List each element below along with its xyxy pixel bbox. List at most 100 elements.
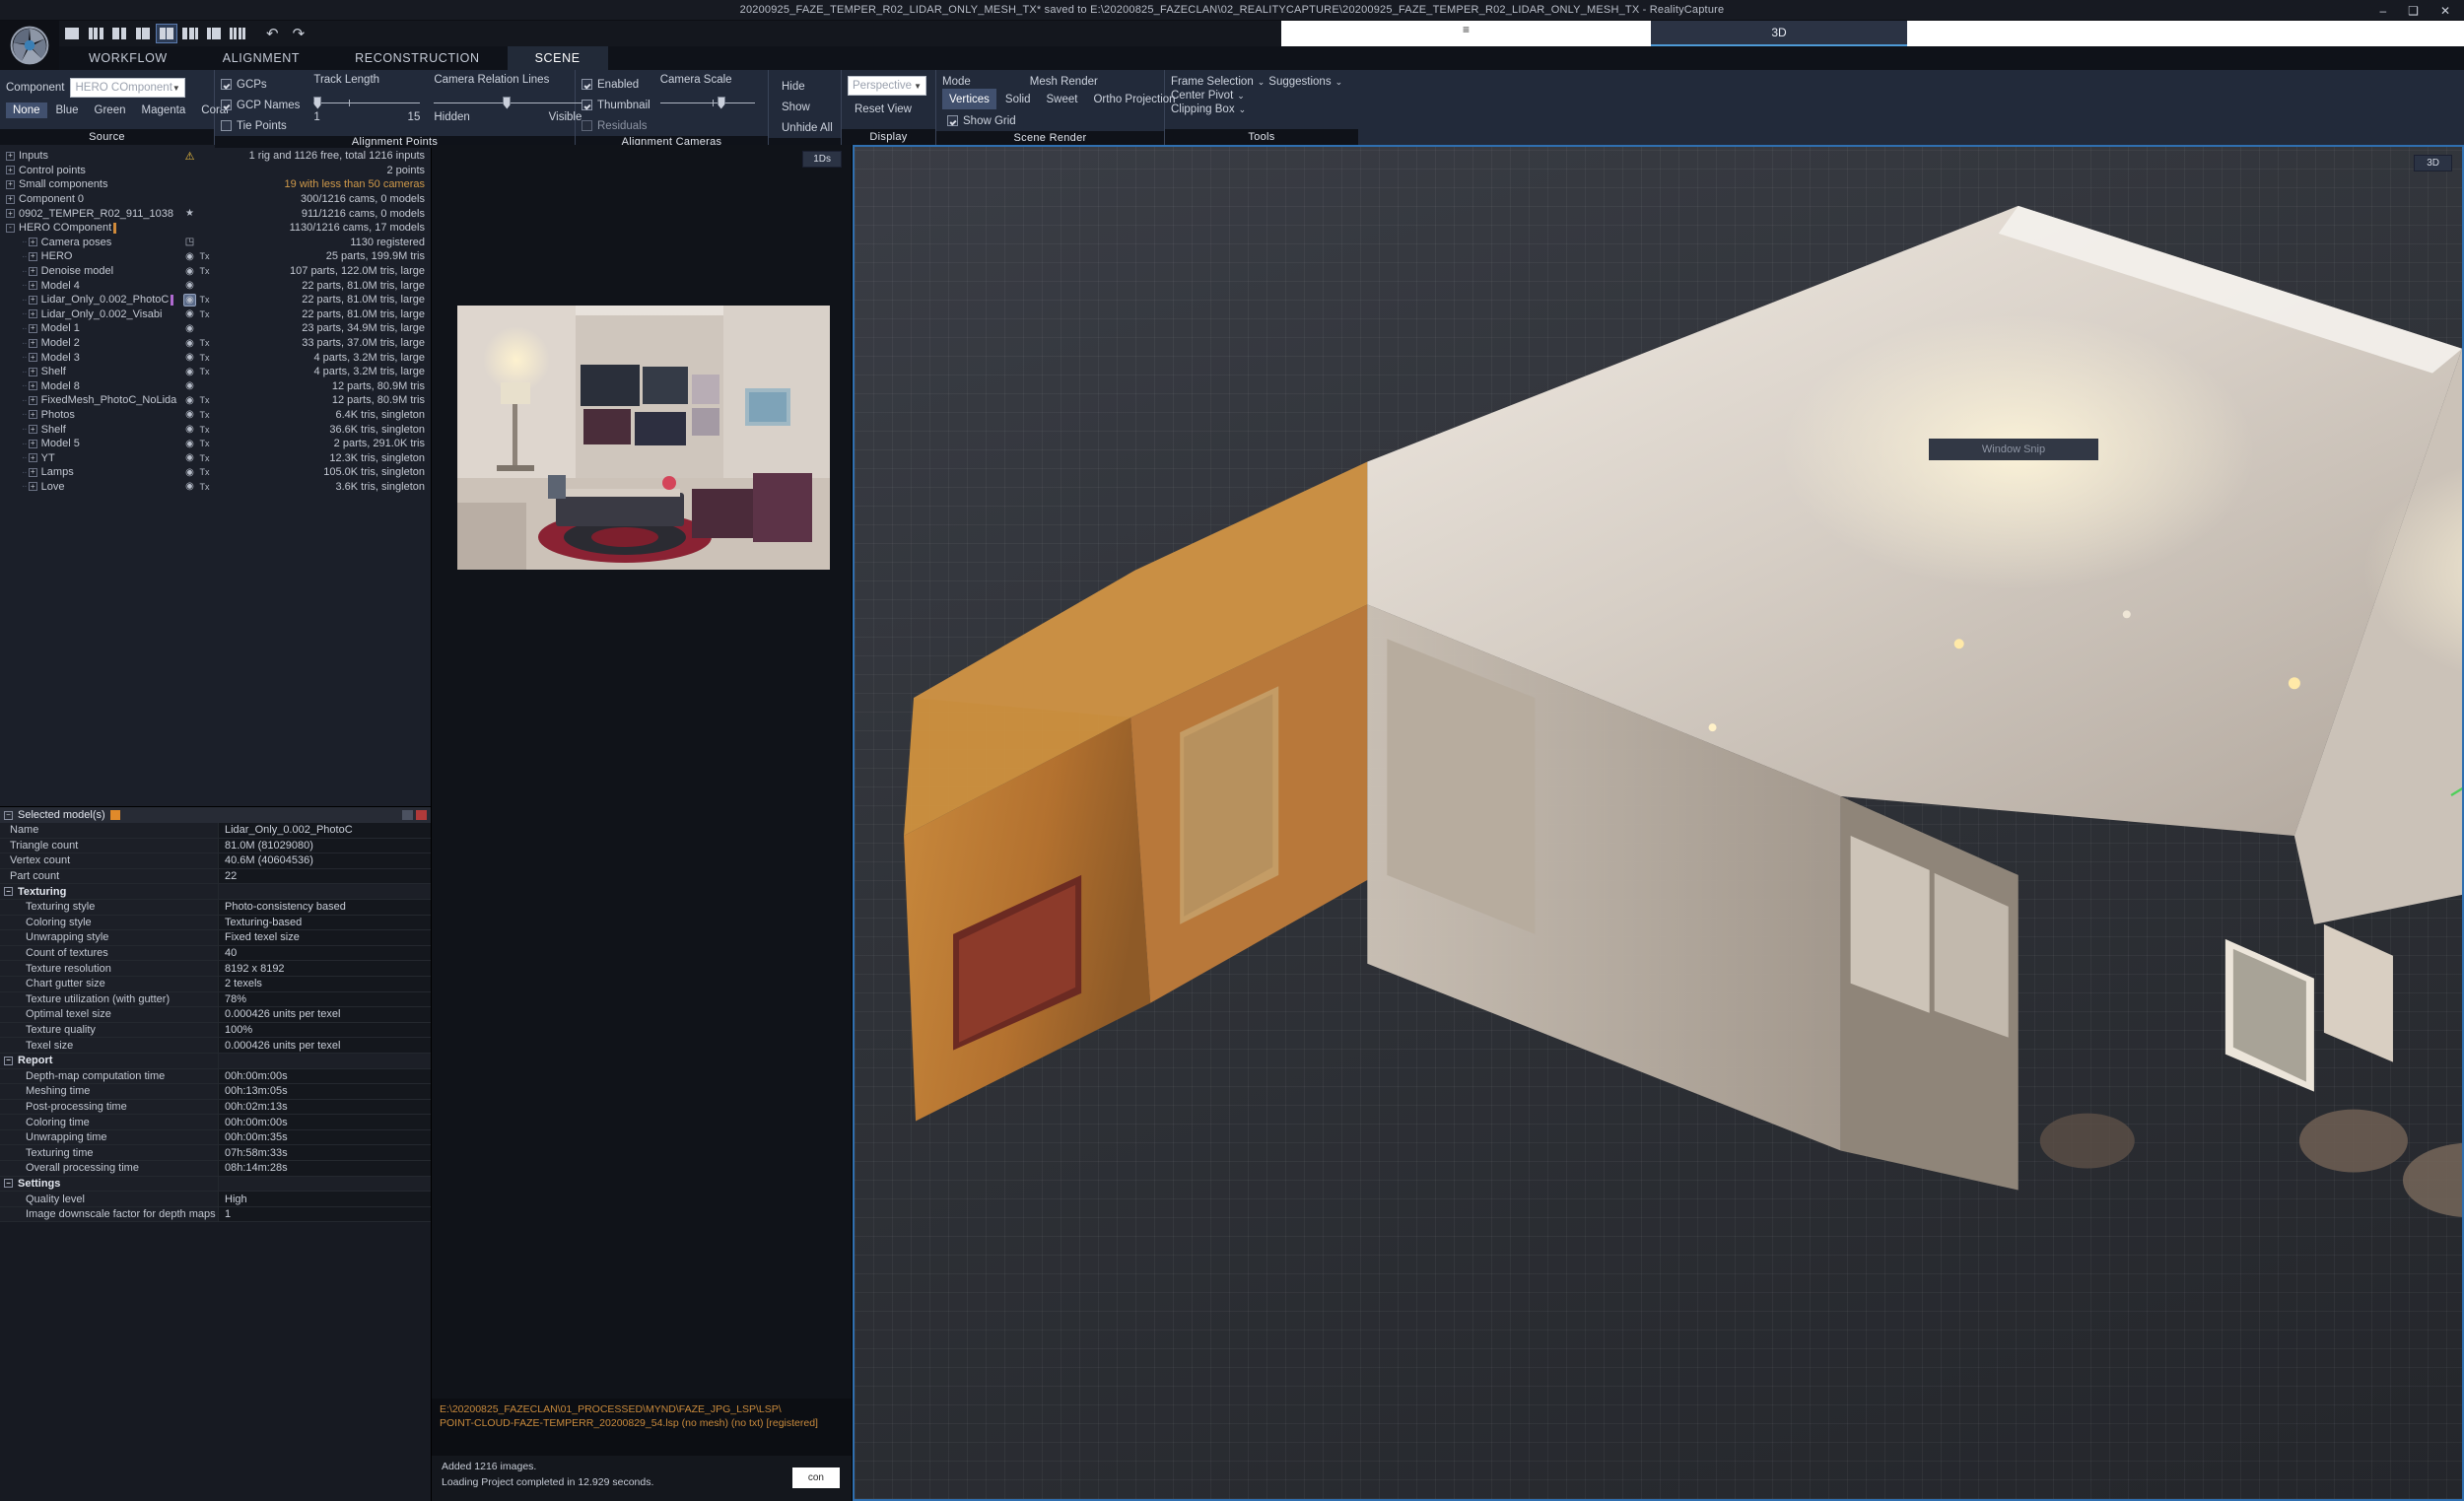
- tab-alignment[interactable]: ALIGNMENT: [195, 46, 327, 70]
- reset-view-button[interactable]: Reset View: [848, 99, 919, 119]
- tree-expander-icon[interactable]: +: [29, 324, 37, 333]
- layout-single-icon[interactable]: [61, 24, 83, 43]
- eye-icon[interactable]: ◉: [183, 338, 196, 349]
- photo-viewport[interactable]: 1Ds: [432, 145, 852, 1399]
- console-button[interactable]: con: [792, 1467, 840, 1488]
- check-enabled[interactable]: Enabled: [582, 74, 650, 95]
- collapse-icon[interactable]: −: [4, 1179, 13, 1188]
- unhide-all-button[interactable]: Unhide All: [775, 117, 840, 138]
- tree-item[interactable]: ··+Camera poses: [0, 236, 177, 250]
- tree-expander-icon[interactable]: +: [29, 296, 37, 305]
- tree-expander-icon[interactable]: +: [29, 468, 37, 477]
- tree-item[interactable]: ··+Lamps: [0, 465, 177, 480]
- show-button[interactable]: Show: [775, 97, 817, 117]
- tree-item[interactable]: ··+YT: [0, 450, 177, 465]
- tree-item[interactable]: ··+Photos: [0, 408, 177, 423]
- property-section-header[interactable]: −Report: [0, 1054, 431, 1069]
- tree-item[interactable]: +Component 0: [0, 192, 177, 207]
- tree-expander-icon[interactable]: +: [29, 368, 37, 376]
- layout-left-split-icon[interactable]: [108, 24, 130, 43]
- redo-icon[interactable]: ↷: [287, 25, 311, 42]
- collapse-icon[interactable]: −: [4, 811, 13, 820]
- color-magenta-button[interactable]: Magenta: [135, 102, 193, 118]
- chevron-down-icon[interactable]: ⌄: [1335, 77, 1343, 88]
- tree-expander-icon[interactable]: +: [6, 209, 15, 218]
- tree-expander-icon[interactable]: +: [29, 453, 37, 462]
- hide-button[interactable]: Hide: [775, 76, 812, 97]
- tree-item[interactable]: ··+Lidar_Only_0.002_PhotoC: [0, 293, 177, 307]
- mode-sweet-button[interactable]: Sweet: [1040, 89, 1085, 109]
- eye-icon[interactable]: ◉: [183, 280, 196, 291]
- tree-expander-icon[interactable]: +: [29, 440, 37, 448]
- tree-expander-icon[interactable]: +: [29, 482, 37, 491]
- check-thumbnail[interactable]: Thumbnail: [582, 95, 650, 115]
- maximize-button[interactable]: ❑: [2408, 5, 2419, 17]
- close-icon[interactable]: [416, 810, 427, 820]
- layout-grid-icon[interactable]: [179, 24, 201, 43]
- mode-vertices-button[interactable]: Vertices: [942, 89, 996, 109]
- layout-right-split-icon[interactable]: [132, 24, 154, 43]
- layout-three-col-icon[interactable]: [85, 24, 106, 43]
- tree-item[interactable]: ··+Model 8: [0, 379, 177, 394]
- check-show-grid[interactable]: Show Grid: [947, 110, 1158, 131]
- eye-icon[interactable]: ◉: [183, 424, 196, 435]
- property-section-header[interactable]: −Texturing: [0, 884, 431, 900]
- tab-reconstruction[interactable]: RECONSTRUCTION: [327, 46, 507, 70]
- check-gcp-names[interactable]: GCP Names: [221, 95, 300, 115]
- chevron-down-icon[interactable]: ⌄: [1239, 104, 1247, 115]
- tree-expander-icon[interactable]: +: [29, 410, 37, 419]
- tree-item[interactable]: ··+Shelf: [0, 422, 177, 437]
- track-length-slider[interactable]: [313, 94, 420, 111]
- eye-icon[interactable]: ◉: [183, 367, 196, 377]
- photo-thumbnail[interactable]: [457, 306, 830, 570]
- camera-scale-slider[interactable]: [660, 94, 755, 111]
- check-residuals[interactable]: Residuals: [582, 115, 650, 136]
- tree-expander-icon[interactable]: +: [6, 180, 15, 189]
- view-tab-3d[interactable]: 3D: [1651, 21, 1907, 46]
- eye-icon[interactable]: ◉: [183, 439, 196, 449]
- tree-item[interactable]: ··+Model 4: [0, 278, 177, 293]
- tree-expander-icon[interactable]: -: [6, 224, 15, 233]
- tree-item[interactable]: -HERO COmponent: [0, 221, 177, 236]
- tree-item[interactable]: +Inputs: [0, 149, 177, 164]
- tree-item[interactable]: ··+Love: [0, 480, 177, 495]
- tree-item[interactable]: ··+Shelf: [0, 365, 177, 379]
- eye-icon[interactable]: ◉: [183, 481, 196, 492]
- pin-icon[interactable]: [110, 810, 120, 820]
- suggestions-button[interactable]: Suggestions: [1268, 76, 1331, 88]
- camera-relation-slider[interactable]: [434, 94, 582, 111]
- tree-expander-icon[interactable]: +: [29, 252, 37, 261]
- tree-expander-icon[interactable]: +: [29, 353, 37, 362]
- undo-icon[interactable]: ↶: [260, 25, 285, 42]
- tree-expander-icon[interactable]: +: [29, 381, 37, 390]
- close-button[interactable]: ✕: [2440, 5, 2450, 17]
- tree-item[interactable]: ··+Model 2: [0, 336, 177, 351]
- eye-icon[interactable]: ◉: [183, 251, 196, 262]
- tree-item[interactable]: ··+Model 3: [0, 350, 177, 365]
- tree-expander-icon[interactable]: +: [6, 195, 15, 204]
- frame-selection-button[interactable]: Frame Selection: [1171, 76, 1254, 88]
- viewport-3d[interactable]: Window Snip 3D das u12: [853, 145, 2464, 1501]
- eye-icon[interactable]: ◉: [183, 266, 196, 277]
- tree-item[interactable]: ··+Model 5: [0, 437, 177, 451]
- layout-quad-icon[interactable]: [156, 24, 177, 43]
- tab-scene[interactable]: SCENE: [508, 46, 608, 70]
- tree-expander-icon[interactable]: +: [29, 425, 37, 434]
- projection-select[interactable]: Perspective ▼: [848, 76, 926, 96]
- tree-item[interactable]: ··+Model 1: [0, 321, 177, 336]
- eye-icon[interactable]: ◉: [183, 452, 196, 463]
- tree-expander-icon[interactable]: +: [29, 309, 37, 318]
- tree-item[interactable]: ··+Denoise model: [0, 264, 177, 279]
- eye-icon[interactable]: ◉: [183, 409, 196, 420]
- component-select[interactable]: HERO COmponent ▼: [70, 78, 184, 98]
- eye-icon[interactable]: ◉: [183, 323, 196, 334]
- tree-item[interactable]: +Small components: [0, 177, 177, 192]
- tree-expander-icon[interactable]: +: [6, 166, 15, 174]
- collapse-icon[interactable]: −: [4, 887, 13, 896]
- tree-expander-icon[interactable]: +: [29, 267, 37, 276]
- tab-workflow[interactable]: WORKFLOW: [61, 46, 195, 70]
- layout-six-grid-icon[interactable]: [227, 24, 248, 43]
- tree-expander-icon[interactable]: +: [29, 281, 37, 290]
- eye-icon[interactable]: ◉: [183, 467, 196, 478]
- minimize-button[interactable]: –: [2379, 5, 2386, 17]
